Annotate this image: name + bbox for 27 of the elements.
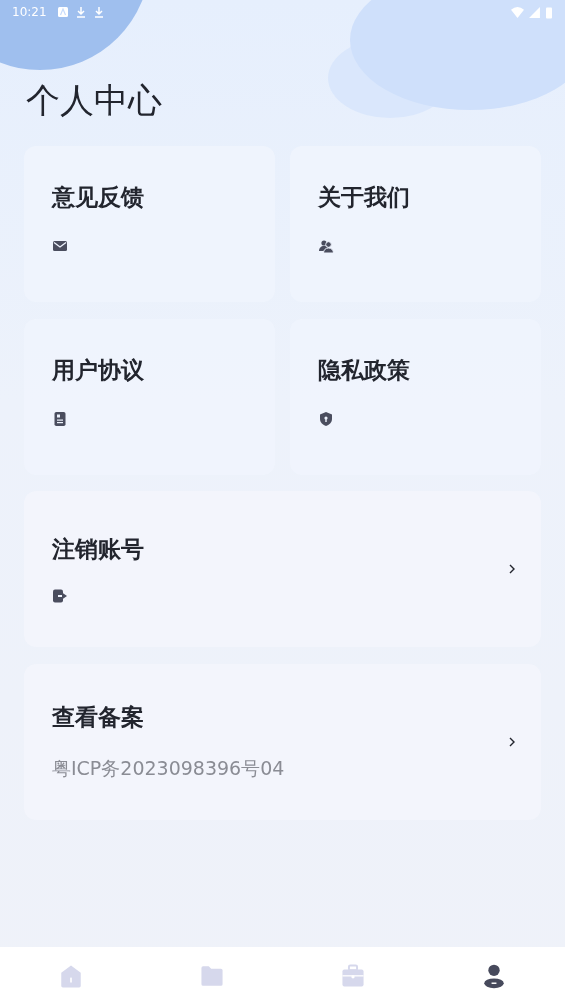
download-icon bbox=[92, 6, 105, 18]
document-icon bbox=[52, 411, 68, 427]
menu-row[interactable]: 查看备案 粤ICP务2023098396号04 bbox=[24, 664, 541, 820]
row-subtitle: 粤ICP务2023098396号04 bbox=[52, 756, 285, 781]
briefcase-icon bbox=[340, 962, 367, 989]
row-title: 查看备案 bbox=[52, 703, 144, 732]
card-title: 关于我们 bbox=[318, 183, 410, 212]
chevron-right-icon bbox=[507, 562, 517, 576]
notification-icon bbox=[56, 6, 69, 18]
chevron-right-icon bbox=[507, 735, 517, 749]
users-icon bbox=[318, 238, 334, 254]
status-time: 10:21 bbox=[12, 5, 47, 19]
battery-icon bbox=[545, 5, 553, 19]
page-title: 个人中心 bbox=[26, 79, 163, 122]
card-title: 用户协议 bbox=[52, 356, 144, 385]
mail-icon bbox=[52, 238, 68, 254]
card-title: 意见反馈 bbox=[52, 183, 144, 212]
menu-row[interactable]: 注销账号 bbox=[24, 491, 541, 647]
menu-card[interactable]: 关于我们 bbox=[290, 146, 541, 302]
menu-card[interactable]: 意见反馈 bbox=[24, 146, 275, 302]
logout-icon bbox=[52, 588, 68, 604]
signal-icon bbox=[528, 5, 541, 19]
row-title: 注销账号 bbox=[52, 535, 144, 564]
wifi-icon bbox=[511, 5, 524, 19]
download-icon bbox=[74, 6, 87, 18]
shield-icon bbox=[318, 411, 334, 427]
card-title: 隐私政策 bbox=[318, 356, 410, 385]
